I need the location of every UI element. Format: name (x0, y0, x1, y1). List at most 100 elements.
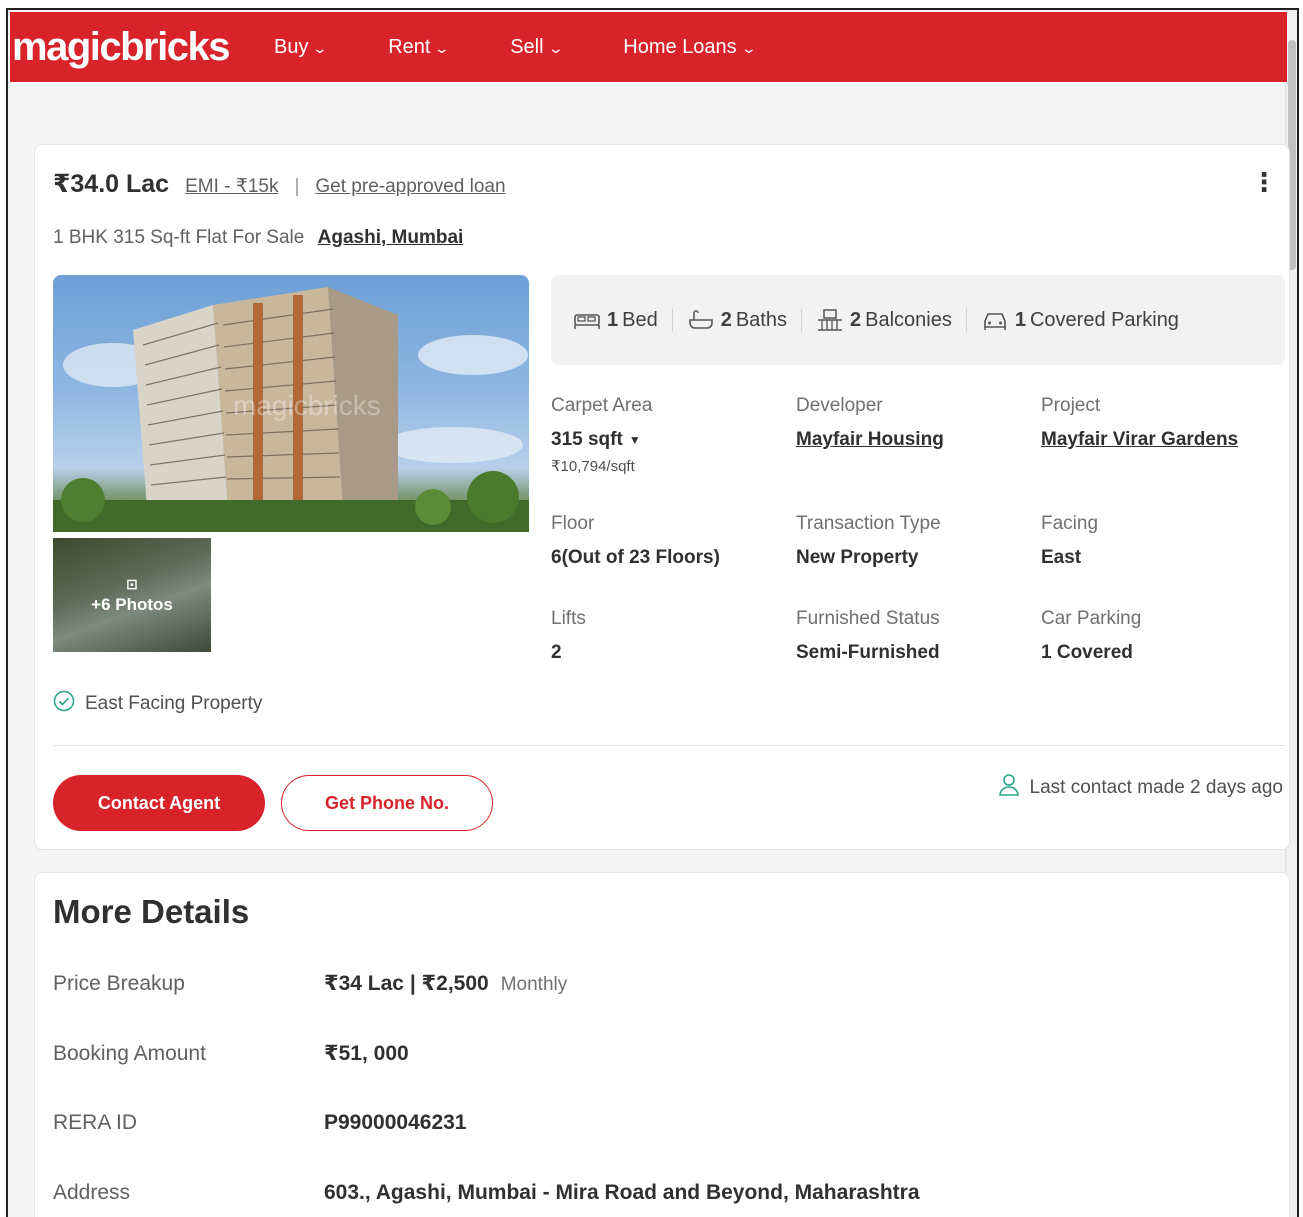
detail-value: 6(Out of 23 Floors) (551, 547, 720, 568)
stat-parking-label: Covered Parking (1029, 308, 1179, 331)
stat-parking-count: 1 (1014, 308, 1026, 331)
detail-car-parking: Car Parking 1 Covered (1041, 608, 1281, 664)
detail-value: 1 Covered (1041, 642, 1133, 663)
image-icon: ⊡ (126, 575, 138, 592)
detail-label: Facing (1041, 513, 1099, 534)
detail-developer: Developer Mayfair Housing (796, 395, 1036, 451)
browser-viewport: magicbricks Buy ⌄ Rent ⌄ Sell ⌄ Home Loa… (6, 8, 1299, 1217)
separator: | (294, 176, 300, 197)
developer-link[interactable]: Mayfair Housing (796, 429, 1036, 451)
bed-icon (573, 309, 601, 331)
nav-buy[interactable]: Buy ⌄ (274, 35, 329, 59)
stat-bed-count: 1 (607, 308, 619, 331)
stat-baths-count: 2 (720, 308, 732, 331)
project-link[interactable]: Mayfair Virar Gardens (1041, 429, 1281, 451)
property-title-text: 1 BHK 315 Sq-ft Flat For Sale (53, 227, 305, 248)
stat-bed-label: Bed (622, 308, 658, 331)
contact-agent-button[interactable]: Contact Agent (53, 775, 265, 831)
emi-link[interactable]: EMI - ₹15k (185, 175, 278, 198)
last-contact-info: Last contact made 2 days ago (998, 773, 1284, 803)
md-label: Address (53, 1181, 131, 1204)
carpet-area-selector[interactable]: 315 sqft ▼ (551, 429, 791, 451)
detail-facing: Facing East (1041, 513, 1281, 569)
car-icon (981, 309, 1009, 331)
more-details-title: More Details (53, 893, 250, 930)
svg-text:magicbricks: magicbricks (233, 390, 381, 421)
detail-label: Lifts (551, 608, 586, 629)
more-details-card: More Details Price Breakup ₹34 Lac | ₹2,… (34, 872, 1290, 1217)
top-navbar: magicbricks Buy ⌄ Rent ⌄ Sell ⌄ Home Loa… (10, 12, 1287, 82)
magicbricks-logo[interactable]: magicbricks (12, 27, 274, 67)
get-phone-button[interactable]: Get Phone No. (281, 775, 493, 831)
md-value: P99000046231 (324, 1111, 467, 1134)
price-per-sqft: ₹10,794/sqft (551, 458, 635, 475)
detail-value: 2 (551, 642, 562, 663)
nav-sell-label: Sell (510, 35, 544, 58)
detail-transaction-type: Transaction Type New Property (796, 513, 1036, 569)
stat-balconies-label: Balconies (865, 308, 952, 331)
nav-home-loans[interactable]: Home Loans ⌄ (623, 35, 757, 59)
facing-note-text: East Facing Property (85, 693, 263, 714)
md-extra: Monthly (500, 974, 568, 995)
price: ₹34.0 Lac (53, 170, 170, 198)
balcony-icon (816, 308, 844, 332)
property-card: ₹34.0 Lac EMI - ₹15k | Get pre-approved … (34, 144, 1290, 850)
detail-lifts: Lifts 2 (551, 608, 791, 664)
detail-label: Transaction Type (796, 513, 941, 534)
east-facing-note: East Facing Property (53, 690, 262, 718)
detail-label: Developer (796, 395, 883, 416)
nav-rent-label: Rent (388, 35, 431, 58)
detail-label: Carpet Area (551, 395, 653, 416)
user-icon (998, 773, 1020, 803)
md-label: RERA ID (53, 1111, 138, 1134)
caret-down-icon: ▼ (628, 432, 641, 447)
more-photos-label: +6 Photos (91, 594, 173, 614)
md-value: 603., Agashi, Mumbai - Mira Road and Bey… (324, 1181, 920, 1204)
md-label: Price Breakup (53, 972, 185, 995)
md-label: Booking Amount (53, 1042, 206, 1065)
price-breakup-row: Price Breakup ₹34 Lac | ₹2,500 Monthly (53, 971, 567, 996)
address-row: Address 603., Agashi, Mumbai - Mira Road… (53, 1181, 920, 1205)
last-contact-text: Last contact made 2 days ago (1029, 777, 1284, 798)
more-options-icon[interactable]: ⋮ (1251, 169, 1277, 195)
building-illustration: magicbricks (53, 287, 529, 532)
md-value: ₹51, 000 (324, 1042, 409, 1065)
detail-value: East (1041, 547, 1082, 568)
detail-carpet-area: Carpet Area 315 sqft ▼ ₹10,794/sqft (551, 395, 791, 475)
chevron-down-icon: ⌄ (740, 39, 757, 56)
md-value: ₹34 Lac | ₹2,500 (324, 972, 489, 995)
detail-furnished-status: Furnished Status Semi-Furnished (796, 608, 1036, 664)
stat-balconies-count: 2 (850, 308, 862, 331)
stat-baths: 2 Baths (673, 308, 802, 332)
detail-label: Floor (551, 513, 595, 534)
detail-value: Semi-Furnished (796, 642, 940, 663)
rera-id-row: RERA ID P99000046231 (53, 1111, 466, 1135)
detail-value: 315 sqft (551, 429, 623, 450)
chevron-down-icon: ⌄ (312, 39, 329, 56)
bath-icon (687, 309, 715, 331)
more-photos-thumbnail[interactable]: ⊡ +6 Photos (53, 538, 211, 652)
stat-baths-label: Baths (735, 308, 787, 331)
key-stats-bar: 1 Bed 2 Baths 2 Balconies 1 Covered Park… (551, 275, 1285, 365)
price-row: ₹34.0 Lac EMI - ₹15k | Get pre-approved … (53, 169, 506, 199)
property-title: 1 BHK 315 Sq-ft Flat For Sale Agashi, Mu… (53, 227, 463, 249)
stat-bed: 1 Bed (559, 308, 673, 332)
property-main-photo[interactable]: magicbricks (53, 275, 529, 532)
stat-parking: 1 Covered Parking (967, 309, 1193, 332)
detail-label: Project (1041, 395, 1101, 416)
booking-amount-row: Booking Amount ₹51, 000 (53, 1041, 409, 1066)
nav-sell[interactable]: Sell ⌄ (510, 35, 564, 59)
chevron-down-icon: ⌄ (547, 39, 564, 56)
pre-approved-loan-link[interactable]: Get pre-approved loan (315, 176, 505, 198)
stat-balconies: 2 Balconies (802, 308, 967, 332)
nav-buy-label: Buy (274, 35, 309, 58)
divider (53, 745, 1285, 746)
nav-rent[interactable]: Rent ⌄ (388, 35, 451, 59)
chevron-down-icon: ⌄ (434, 39, 451, 56)
detail-label: Car Parking (1041, 608, 1142, 629)
nav-home-loans-label: Home Loans (623, 35, 737, 58)
detail-value: New Property (796, 547, 919, 568)
check-circle-icon (53, 690, 75, 718)
location-link[interactable]: Agashi, Mumbai (318, 227, 464, 248)
detail-project: Project Mayfair Virar Gardens (1041, 395, 1281, 451)
